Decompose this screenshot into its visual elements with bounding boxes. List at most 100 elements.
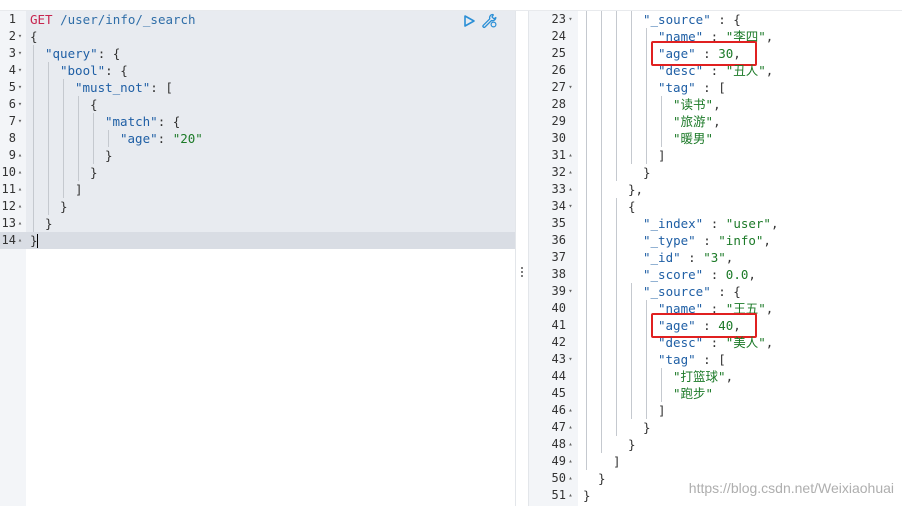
line-number-text: 47 xyxy=(551,420,566,434)
response-code-line[interactable]: "desc" : "美人", xyxy=(658,334,773,351)
fold-toggle-icon[interactable]: ▾ xyxy=(566,198,575,215)
code-token: "读书" xyxy=(673,97,714,112)
fold-toggle-icon[interactable]: ▴ xyxy=(16,215,24,232)
code-token: "_type" xyxy=(643,233,696,248)
fold-toggle-icon[interactable]: ▴ xyxy=(566,436,575,453)
request-code-line[interactable]: ] xyxy=(75,181,83,198)
code-token: } xyxy=(598,471,606,486)
indent-guide xyxy=(63,79,64,198)
response-code-line[interactable]: "暖男" xyxy=(673,130,713,147)
fold-toggle-icon[interactable]: ▴ xyxy=(16,147,24,164)
code-token: "_source" xyxy=(643,12,711,27)
request-code-line[interactable]: "must_not": [ xyxy=(75,79,173,96)
fold-toggle-icon[interactable]: ▾ xyxy=(566,79,575,96)
line-number: 28 xyxy=(529,96,575,113)
fold-toggle-icon[interactable]: ▾ xyxy=(566,11,575,28)
request-code-line[interactable]: "query": { xyxy=(45,45,120,62)
fold-toggle-icon[interactable]: ▾ xyxy=(16,113,24,130)
response-code-line[interactable]: } xyxy=(583,487,591,504)
fold-toggle-icon[interactable]: ▾ xyxy=(16,45,24,62)
fold-toggle-icon[interactable]: ▴ xyxy=(566,487,575,504)
response-code-line[interactable]: "_source" : { xyxy=(643,283,741,300)
code-token: } xyxy=(60,199,68,214)
response-code-line[interactable]: "旅游", xyxy=(673,113,721,130)
code-token: "_score" xyxy=(643,267,704,282)
response-code-line[interactable]: } xyxy=(643,419,651,436)
pane-resize-divider[interactable] xyxy=(515,11,529,506)
request-code-line[interactable]: "bool": { xyxy=(60,62,128,79)
response-code-line[interactable]: } xyxy=(643,164,651,181)
code-token: /user/info/_search xyxy=(60,12,196,27)
code-token: "tag" xyxy=(658,80,696,95)
fold-toggle-icon[interactable]: ▴ xyxy=(16,164,24,181)
request-code-line[interactable]: } xyxy=(105,147,113,164)
request-code-line[interactable]: "age": "20" xyxy=(120,130,203,147)
line-number: 41 xyxy=(529,317,575,334)
fold-toggle-icon[interactable]: ▴ xyxy=(16,198,24,215)
request-code-line[interactable]: } xyxy=(30,232,38,249)
response-code-line[interactable]: "_id" : "3", xyxy=(643,249,733,266)
code-token: } xyxy=(90,165,98,180)
line-number: 2 ▾ xyxy=(0,28,24,45)
fold-toggle-icon[interactable]: ▴ xyxy=(16,181,24,198)
line-number-text: 34 xyxy=(551,199,566,213)
fold-toggle-icon[interactable]: ▴ xyxy=(566,164,575,181)
response-code-line[interactable]: }, xyxy=(628,181,643,198)
line-number: 42 xyxy=(529,334,575,351)
indent-guide xyxy=(93,113,94,164)
response-code-line[interactable]: { xyxy=(628,198,636,215)
line-number-text: 26 xyxy=(551,63,566,77)
response-code-line[interactable]: } xyxy=(598,470,606,487)
request-code-line[interactable]: { xyxy=(90,96,98,113)
response-code-line[interactable]: ] xyxy=(658,147,666,164)
response-code-line[interactable]: "_score" : 0.0, xyxy=(643,266,756,283)
line-number: 38 xyxy=(529,266,575,283)
request-code-line[interactable]: GET /user/info/_search xyxy=(30,11,196,28)
response-code-line[interactable]: "_index" : "user", xyxy=(643,215,778,232)
fold-toggle-icon[interactable]: ▴ xyxy=(566,453,575,470)
line-number: 27 ▾ xyxy=(529,79,575,96)
response-code-line[interactable]: } xyxy=(628,436,636,453)
fold-toggle-icon[interactable]: ▾ xyxy=(566,283,575,300)
response-code-line[interactable]: ] xyxy=(658,402,666,419)
fold-toggle-icon[interactable]: ▾ xyxy=(16,28,24,45)
response-code-line[interactable]: "_type" : "info", xyxy=(643,232,771,249)
response-code-line[interactable]: ] xyxy=(613,453,621,470)
fold-toggle-icon[interactable]: ▴ xyxy=(566,402,575,419)
response-code-line[interactable]: "tag" : [ xyxy=(658,351,726,368)
response-code-line[interactable]: "打篮球", xyxy=(673,368,733,385)
response-code-line[interactable]: "读书", xyxy=(673,96,721,113)
wrench-icon[interactable] xyxy=(481,13,499,29)
fold-toggle-icon[interactable]: ▴ xyxy=(566,147,575,164)
fold-toggle-icon[interactable]: ▴ xyxy=(16,232,24,249)
fold-toggle-icon[interactable]: ▾ xyxy=(566,351,575,368)
request-editor[interactable]: GET /user/info/_search{"query": {"bool":… xyxy=(26,11,515,506)
request-code-line[interactable]: } xyxy=(45,215,53,232)
line-number-text: 2 xyxy=(8,29,16,43)
response-code-line[interactable]: "_source" : { xyxy=(643,11,741,28)
code-token: : { xyxy=(710,12,741,27)
fold-toggle-icon[interactable]: ▾ xyxy=(16,79,24,96)
request-code-line[interactable]: { xyxy=(30,28,38,45)
code-token: : xyxy=(680,250,704,265)
request-editor-pane[interactable]: 1 2 ▾ 3 ▾ 4 ▾ 5 ▾ 6 ▾ 7 ▾ 8 9 ▴ 10 ▴ 11 ▴ 12 ▴ 13 ▴ 14 ▴ GET /use… xyxy=(0,11,515,506)
fold-toggle-icon[interactable]: ▴ xyxy=(566,470,575,487)
response-code-line[interactable]: "tag" : [ xyxy=(658,79,726,96)
drag-dots-icon[interactable] xyxy=(521,267,524,279)
line-number-text: 12 xyxy=(1,199,16,213)
response-code-line[interactable]: "desc" : "丑人", xyxy=(658,62,773,79)
fold-toggle-icon[interactable]: ▴ xyxy=(566,419,575,436)
request-code-line[interactable]: } xyxy=(90,164,98,181)
response-viewer-pane[interactable]: 23 ▾ 24 25 26 27 ▾ 28 29 30 31 ▴ 32 ▴ 33 ▴ 34 ▾ 35 36 37 38 39… xyxy=(529,11,902,506)
play-icon[interactable] xyxy=(462,13,480,29)
response-viewer[interactable]: "_source" : {"name" : "李四", "age" : 30, "d… xyxy=(578,11,902,506)
fold-toggle-icon[interactable]: ▾ xyxy=(16,96,24,113)
response-code-line[interactable]: "跑步" xyxy=(673,385,713,402)
request-code-line[interactable]: } xyxy=(60,198,68,215)
fold-toggle-icon[interactable]: ▾ xyxy=(16,62,24,79)
code-token: GET xyxy=(30,12,53,27)
request-code-line[interactable]: "match": { xyxy=(105,113,180,130)
code-token: ] xyxy=(75,182,83,197)
fold-toggle-icon[interactable]: ▴ xyxy=(566,181,575,198)
line-number-text: 37 xyxy=(551,250,566,264)
